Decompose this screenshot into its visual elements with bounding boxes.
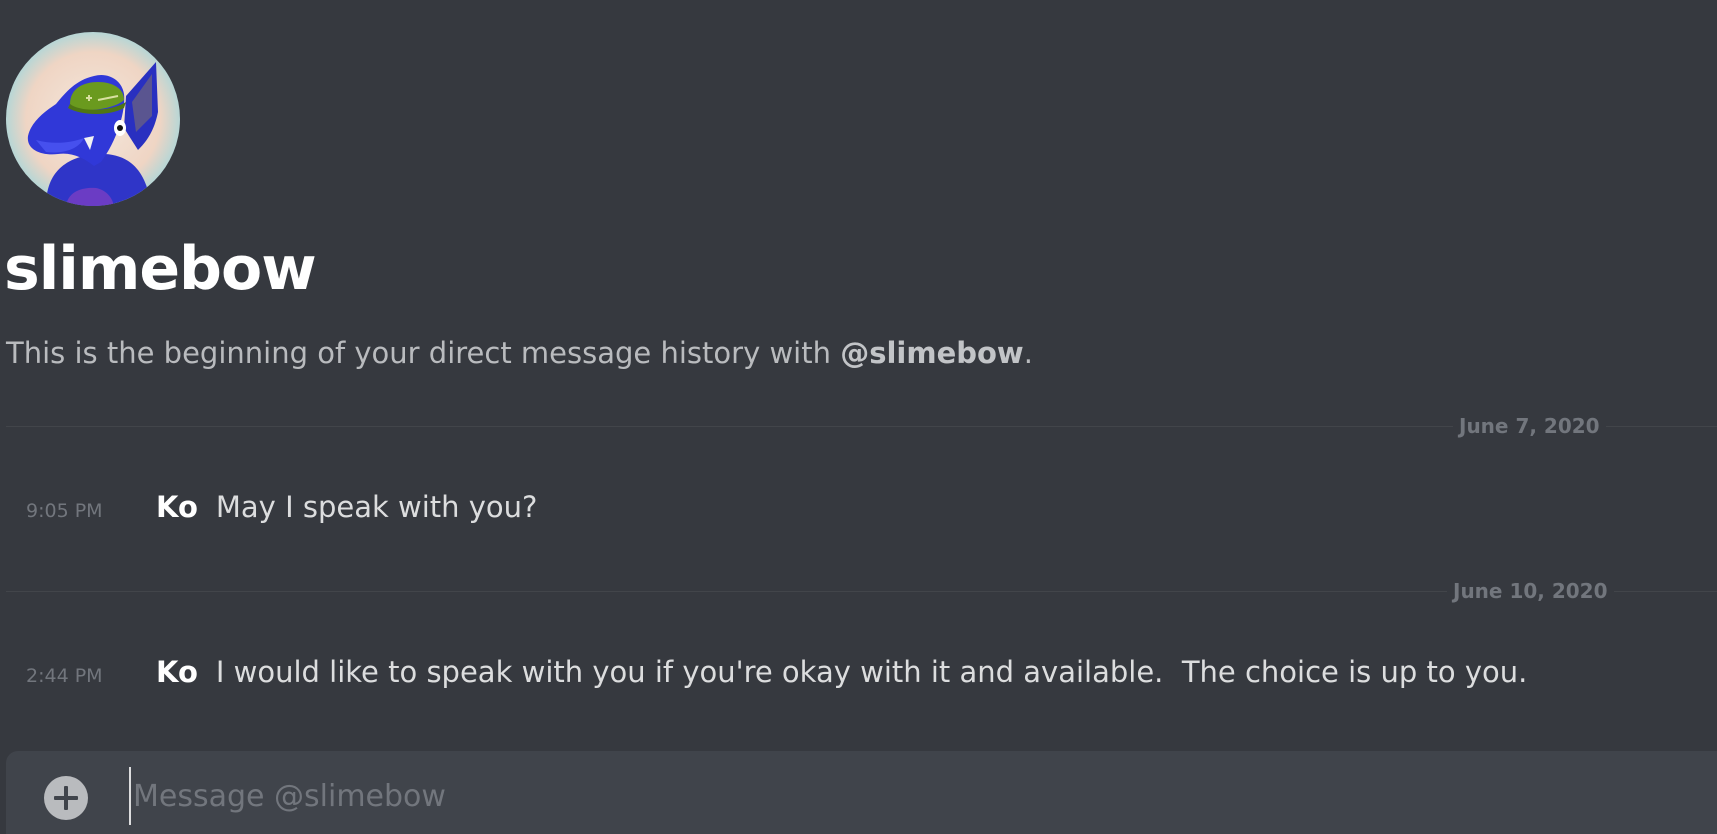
message-input[interactable] [129, 767, 1635, 825]
message-author[interactable]: Ko [156, 490, 198, 524]
message-author[interactable]: Ko [156, 655, 198, 689]
dm-intro-suffix: . [1023, 336, 1033, 370]
dm-intro-prefix: This is the beginning of your direct mes… [6, 336, 841, 370]
date-divider-label: June 10, 2020 [1447, 579, 1614, 603]
message-content: I would like to speak with you if you're… [215, 655, 1528, 689]
attach-button[interactable] [44, 776, 88, 820]
message-row[interactable]: 2:44 PM Ko I would like to speak with yo… [26, 655, 1527, 689]
message-timestamp[interactable]: 2:44 PM [26, 665, 130, 687]
message-timestamp[interactable]: 9:05 PM [26, 500, 130, 522]
user-mention[interactable]: @slimebow [840, 336, 1024, 370]
date-divider-label: June 7, 2020 [1453, 414, 1606, 438]
dm-channel-view: slimebow This is the beginning of your d… [0, 0, 1717, 834]
user-avatar[interactable] [6, 32, 180, 206]
dm-intro-text: This is the beginning of your direct mes… [6, 333, 1033, 373]
plus-circle-icon [54, 786, 78, 810]
message-row[interactable]: 9:05 PM Ko May I speak with you? [26, 490, 537, 524]
page-title: slimebow [4, 234, 317, 304]
message-composer [6, 751, 1717, 834]
message-content: May I speak with you? [215, 490, 538, 524]
avatar-image [6, 32, 180, 206]
